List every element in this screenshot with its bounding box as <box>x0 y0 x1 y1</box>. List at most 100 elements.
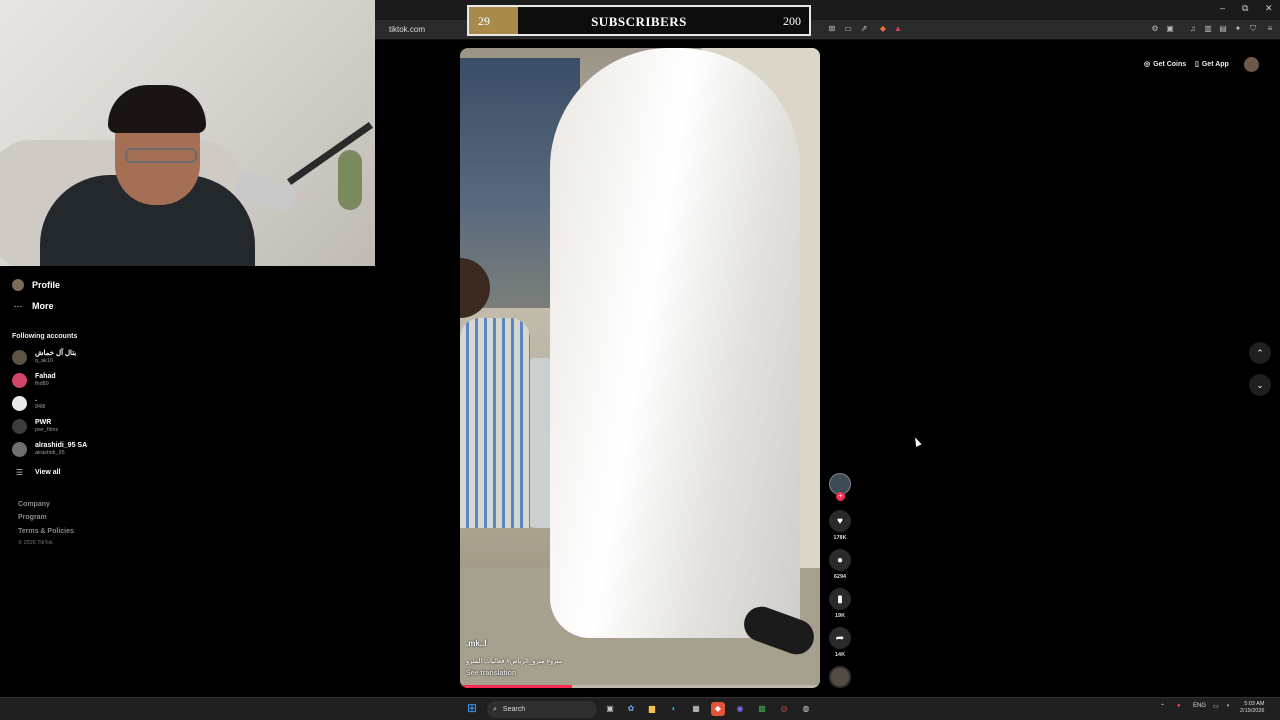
screen: – ⧉ ✕ tiktok.com ⊠ ▭ ⇗ ◆ ▲ ⚙ ▣ ♫ ▥ ▤ ✦ ⛉… <box>0 0 1280 720</box>
account-name: بتال آل خماش <box>35 350 77 357</box>
follow-plus-icon[interactable]: + <box>836 492 845 501</box>
man-in-thobe <box>550 48 800 638</box>
video-author[interactable]: .mk..l <box>466 639 486 648</box>
vpn-icon[interactable]: ⛉ <box>1248 24 1258 34</box>
search-icon: ⌕ <box>493 705 497 713</box>
account-handle: alrashidi_95 <box>35 450 65 456</box>
chevron-up-icon[interactable]: ⌃ <box>1249 342 1271 364</box>
chevron-down-icon[interactable]: ⌄ <box>1249 374 1271 396</box>
language-indicator[interactable]: ENG <box>1193 703 1206 709</box>
discord-icon[interactable]: ◉ <box>733 702 747 716</box>
app-icon[interactable]: ◍ <box>799 702 813 716</box>
taskbar-search[interactable]: ⌕ Search <box>487 701 597 718</box>
streamer-hair <box>108 85 206 133</box>
brave-shield-icon[interactable]: ◆ <box>878 24 888 34</box>
chevron-up-tray-icon[interactable]: ⌃ <box>1160 703 1165 710</box>
close-icon[interactable]: ✕ <box>1265 3 1273 14</box>
get-coins-label: Get Coins <box>1153 60 1187 68</box>
wallet-icon[interactable]: ▤ <box>1218 24 1228 34</box>
following-account[interactable]: بتال آل خماش q_ak10 <box>12 350 76 365</box>
brave-icon[interactable]: ◆ <box>711 702 725 716</box>
seated-man <box>460 318 530 528</box>
mic-tray-icon[interactable]: ● <box>1177 703 1181 709</box>
sidebar-item-label: Profile <box>32 280 61 290</box>
avatar <box>12 396 27 411</box>
video-player[interactable]: .mk..l مترو# مترو_الرياض# فعاليات المترو… <box>460 48 820 688</box>
following-account[interactable]: alrashidi_95 SA alrashidi_95 <box>12 442 87 457</box>
sidebar-item-profile[interactable]: Profile <box>12 279 60 291</box>
taskbar-clock[interactable]: 5:03 AM 2/19/2026 <box>1240 701 1264 715</box>
following-account[interactable]: Fahad fhd89 <box>12 373 56 388</box>
obs-icon[interactable]: ◎ <box>777 702 791 716</box>
account-name: Fahad <box>35 373 56 380</box>
save-action[interactable]: ▮ 19K <box>828 588 852 619</box>
coin-icon: ◎ <box>1144 61 1151 68</box>
windows-taskbar: ⊞ ⌕ Search ▣ ✿ ▆ ◐ ▦ ◆ ◉ ▩ ◎ ◍ ⌃ ● ENG ▭… <box>0 697 1280 720</box>
get-coins-button[interactable]: ◎ Get Coins <box>1144 57 1186 71</box>
store-icon[interactable]: ▦ <box>689 702 703 716</box>
avatar <box>12 350 27 365</box>
network-icon[interactable]: ▭ <box>1213 703 1219 710</box>
music-icon[interactable]: ♫ <box>1188 24 1198 34</box>
search-label: Search <box>502 706 526 713</box>
sidebar-item-more[interactable]: ··· More <box>12 301 54 311</box>
footer-link-program[interactable]: Program <box>18 514 47 521</box>
subscriber-goal: 200 <box>783 14 801 28</box>
reader-icon[interactable]: ⊠ <box>827 24 837 34</box>
copyright: © 2026 TikTok <box>18 540 53 546</box>
clock-time: 5:03 AM <box>1244 701 1265 707</box>
heart-icon[interactable]: ♥ <box>829 510 851 532</box>
extensions-icon[interactable]: ⚙ <box>1150 24 1160 34</box>
footer-link-company[interactable]: Company <box>18 501 50 508</box>
account-handle: pwr_films <box>35 427 59 433</box>
music-disc-icon[interactable] <box>829 666 851 688</box>
edge-icon[interactable]: ◐ <box>667 702 681 716</box>
profile-avatar <box>12 279 24 291</box>
following-account[interactable]: PWR pwr_films <box>12 419 58 434</box>
rewards-icon[interactable]: ▲ <box>893 24 903 34</box>
footer-link-terms[interactable]: Terms & Policies <box>18 528 74 535</box>
comment-icon[interactable]: ● <box>829 549 851 571</box>
following-account[interactable]: . 848l <box>12 396 45 411</box>
plant <box>338 150 362 210</box>
share-count: 14K <box>834 652 846 658</box>
comment-action[interactable]: ● 6294 <box>828 549 852 580</box>
view-all-link[interactable]: ☰ View all <box>12 468 61 477</box>
comment-count: 6294 <box>833 574 847 580</box>
cast-icon[interactable]: ▭ <box>843 24 853 34</box>
like-action[interactable]: ♥ 178K <box>828 510 852 541</box>
copilot-icon[interactable]: ✿ <box>624 702 638 716</box>
webcam-feed <box>0 0 375 266</box>
get-app-button[interactable]: ▯ Get App <box>1195 57 1229 71</box>
restore-icon[interactable]: ⧉ <box>1242 3 1248 14</box>
menu-icon[interactable]: ≡ <box>1265 24 1275 34</box>
minimize-icon[interactable]: – <box>1220 3 1225 13</box>
share-icon[interactable]: ⇗ <box>859 24 869 34</box>
account-name: alrashidi_95 SA <box>35 442 88 449</box>
user-avatar[interactable] <box>1244 57 1259 72</box>
avatar <box>12 373 27 388</box>
account-name: PWR <box>35 419 52 426</box>
sidebar-icon[interactable]: ▥ <box>1203 24 1213 34</box>
see-translation-button[interactable]: See translation <box>466 670 516 677</box>
share-action[interactable]: ➦ 14K <box>828 627 852 658</box>
more-dots-icon: ··· <box>13 301 23 311</box>
sidebar-item-label: More <box>32 301 54 311</box>
excel-icon[interactable]: ▩ <box>755 702 769 716</box>
video-caption: مترو# مترو_الرياض# فعاليات المترو <box>466 658 563 665</box>
task-view-icon[interactable]: ▣ <box>603 702 617 716</box>
leo-icon[interactable]: ✦ <box>1233 24 1243 34</box>
windows-start-icon[interactable]: ⊞ <box>467 702 480 715</box>
url-text[interactable]: tiktok.com <box>389 25 425 34</box>
volume-icon[interactable]: ◖ <box>1226 703 1230 709</box>
following-section-title: Following accounts <box>12 333 78 340</box>
file-explorer-icon[interactable]: ▆ <box>645 702 659 716</box>
account-handle: fhd89 <box>35 381 49 387</box>
video-progress-track[interactable] <box>460 685 820 688</box>
get-app-label: Get App <box>1201 60 1229 68</box>
bookmark-icon[interactable]: ▮ <box>829 588 851 610</box>
tab-icon[interactable]: ▣ <box>1165 24 1175 34</box>
share-arrow-icon[interactable]: ➦ <box>829 627 851 649</box>
account-handle: q_ak10 <box>35 358 54 364</box>
account-name: . <box>35 396 37 403</box>
